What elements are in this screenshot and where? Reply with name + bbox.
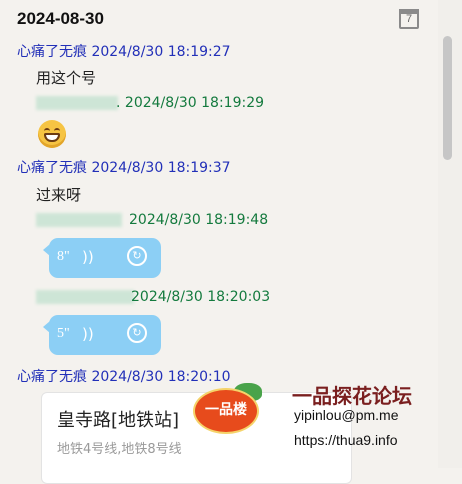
voice-message-bubble[interactable]: 5" )) ↻ [43, 315, 161, 355]
watermark-title: 一品探花论坛 [292, 384, 412, 408]
message-time: 2024/8/30 18:19:37 [91, 160, 231, 176]
message-time: 2024/8/30 18:19:27 [91, 44, 231, 60]
voice-to-text-icon[interactable]: ↻ [127, 323, 147, 343]
grinning-emoji-icon [38, 120, 66, 148]
location-subtitle: 地铁4号线,地铁8号线 [57, 442, 182, 457]
calendar-icon[interactable]: 7 [399, 9, 419, 29]
sender-name: 心痛了无痕 [17, 369, 87, 385]
sender-name: 心痛了无痕 [17, 160, 87, 176]
message-header: . 2024/8/30 18:19:29 [116, 95, 264, 111]
voice-to-text-icon[interactable]: ↻ [127, 246, 147, 266]
date-heading: 2024-08-30 [17, 9, 104, 28]
voice-duration: 8" [57, 249, 70, 264]
watermark-logo: 一品楼 [193, 388, 259, 434]
message-header: 2024/8/30 18:20:03 [131, 289, 270, 305]
redacted-sender-name [36, 213, 122, 227]
chat-history-header: 2024-08-30 7 [0, 0, 462, 38]
message-time: 2024/8/30 18:20:03 [131, 289, 271, 305]
sender-name: 心痛了无痕 [17, 44, 87, 60]
watermark-url: https://thua9.info [294, 432, 398, 448]
watermark-email: yipinlou@pm.me [294, 407, 399, 423]
message-header: 心痛了无痕 2024/8/30 18:19:37 [17, 157, 231, 177]
voice-message-bubble[interactable]: 8" )) ↻ [43, 238, 161, 278]
sound-wave-icon: )) [82, 325, 94, 343]
message-time: 2024/8/30 18:20:10 [91, 369, 231, 385]
voice-duration: 5" [57, 326, 70, 341]
message-header: 2024/8/30 18:19:48 [129, 212, 268, 228]
message-header: 心痛了无痕 2024/8/30 18:19:27 [17, 41, 231, 61]
sender-suffix: . [116, 95, 121, 111]
message-text: 用这个号 [36, 69, 97, 87]
redacted-sender-name [36, 96, 118, 110]
message-time: 2024/8/30 18:19:29 [124, 95, 265, 111]
message-header: 心痛了无痕 2024/8/30 18:20:10 [17, 366, 231, 386]
scrollbar-thumb[interactable] [443, 36, 452, 160]
sound-wave-icon: )) [82, 248, 94, 266]
location-title: 皇寺路[地铁站] [57, 410, 180, 431]
message-time: 2024/8/30 18:19:48 [129, 212, 269, 228]
redacted-sender-name [36, 290, 134, 304]
message-text: 过来呀 [36, 186, 82, 204]
